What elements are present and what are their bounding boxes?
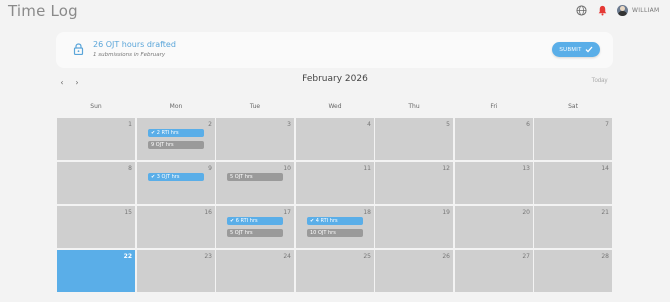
day-cell[interactable]: 28: [534, 250, 612, 292]
day-number: 12: [442, 165, 450, 172]
day-cell[interactable]: 2 ✔ 2 RTI hrs 9 OJT hrs: [137, 118, 215, 160]
weekday-sat: Sat: [568, 103, 578, 110]
globe-icon[interactable]: [576, 5, 587, 16]
submit-button[interactable]: SUBMIT: [552, 42, 600, 57]
day-number: 15: [124, 209, 132, 216]
day-number: 28: [601, 253, 609, 260]
day-cell[interactable]: 17 ✔ 6 RTI hrs 5 OJT hrs: [216, 206, 294, 248]
day-number: 6: [526, 121, 530, 128]
time-entry[interactable]: ✔ 2 RTI hrs: [148, 129, 204, 137]
day-number: 4: [367, 121, 371, 128]
day-number: 3: [287, 121, 291, 128]
day-cell[interactable]: 24: [216, 250, 294, 292]
day-number: 25: [363, 253, 371, 260]
day-cell[interactable]: 7: [534, 118, 612, 160]
day-cell[interactable]: 21: [534, 206, 612, 248]
banner-subtitle: 1 submissions in February: [93, 52, 166, 58]
day-cell[interactable]: 23: [137, 250, 215, 292]
day-number: 16: [204, 209, 212, 216]
day-number: 24: [283, 253, 291, 260]
weekday-fri: Fri: [490, 103, 498, 110]
time-entry[interactable]: 9 OJT hrs: [148, 141, 204, 149]
day-cell[interactable]: 26: [375, 250, 453, 292]
day-cell[interactable]: 5: [375, 118, 453, 160]
next-month-button[interactable]: ›: [72, 77, 82, 87]
day-number: 10: [283, 165, 291, 172]
day-cell[interactable]: 25: [296, 250, 374, 292]
day-cell[interactable]: 13: [455, 162, 533, 204]
page-title: Time Log: [8, 2, 78, 20]
day-number: 7: [605, 121, 609, 128]
weekday-mon: Mon: [169, 103, 183, 110]
day-cell[interactable]: 19: [375, 206, 453, 248]
day-number: 27: [522, 253, 530, 260]
day-number: 9: [208, 165, 212, 172]
today-button[interactable]: Today: [587, 75, 612, 86]
day-cell[interactable]: 6: [455, 118, 533, 160]
day-cell[interactable]: 20: [455, 206, 533, 248]
check-icon: [585, 46, 593, 53]
day-cell[interactable]: 15: [57, 206, 135, 248]
submit-label: SUBMIT: [559, 46, 582, 53]
day-cell[interactable]: 16: [137, 206, 215, 248]
day-number: 23: [204, 253, 212, 260]
time-entry[interactable]: ✔ 3 OJT hrs: [148, 173, 204, 181]
time-entry[interactable]: ✔ 4 RTI hrs: [307, 217, 363, 225]
day-number: 1: [128, 121, 132, 128]
time-entry[interactable]: 5 OJT hrs: [227, 173, 283, 181]
day-cell[interactable]: 9 ✔ 3 OJT hrs: [137, 162, 215, 204]
day-cell[interactable]: 4: [296, 118, 374, 160]
user-name: WILLIAM: [632, 7, 660, 14]
day-cell[interactable]: 10 5 OJT hrs: [216, 162, 294, 204]
time-entry[interactable]: ✔ 6 RTI hrs: [227, 217, 283, 225]
weekday-tue: Tue: [249, 103, 261, 110]
day-cell[interactable]: 3: [216, 118, 294, 160]
lock-icon: [73, 43, 84, 55]
day-number: 19: [442, 209, 450, 216]
day-number: 5: [446, 121, 450, 128]
day-number: 22: [123, 253, 132, 260]
bell-icon[interactable]: [597, 5, 608, 16]
day-number: 17: [283, 209, 291, 216]
weekday-sun: Sun: [90, 103, 102, 110]
user-menu[interactable]: WILLIAM: [617, 3, 660, 18]
weekday-thu: Thu: [408, 103, 420, 110]
day-number: 14: [601, 165, 609, 172]
time-entry[interactable]: 5 OJT hrs: [227, 229, 283, 237]
banner-title: 26 OJT hours drafted: [93, 40, 176, 49]
day-cell[interactable]: 14: [534, 162, 612, 204]
day-cell[interactable]: 1: [57, 118, 135, 160]
day-cell[interactable]: 8: [57, 162, 135, 204]
drafted-hours-banner: 26 OJT hours drafted 1 submissions in Fe…: [56, 32, 613, 68]
day-number: 18: [363, 209, 371, 216]
day-cell-today[interactable]: 22: [57, 250, 135, 292]
day-cell[interactable]: 18 ✔ 4 RTI hrs 10 OJT hrs: [296, 206, 374, 248]
prev-month-button[interactable]: ‹: [57, 77, 67, 87]
day-cell[interactable]: 27: [455, 250, 533, 292]
month-label: February 2026: [302, 74, 368, 84]
day-number: 11: [363, 165, 371, 172]
day-number: 13: [522, 165, 530, 172]
day-cell[interactable]: 11: [296, 162, 374, 204]
day-number: 20: [522, 209, 530, 216]
day-number: 21: [601, 209, 609, 216]
weekday-wed: Wed: [328, 103, 342, 110]
day-number: 26: [442, 253, 450, 260]
day-cell[interactable]: 12: [375, 162, 453, 204]
avatar: [617, 5, 628, 16]
day-number: 8: [128, 165, 132, 172]
day-number: 2: [208, 121, 212, 128]
time-entry[interactable]: 10 OJT hrs: [307, 229, 363, 237]
